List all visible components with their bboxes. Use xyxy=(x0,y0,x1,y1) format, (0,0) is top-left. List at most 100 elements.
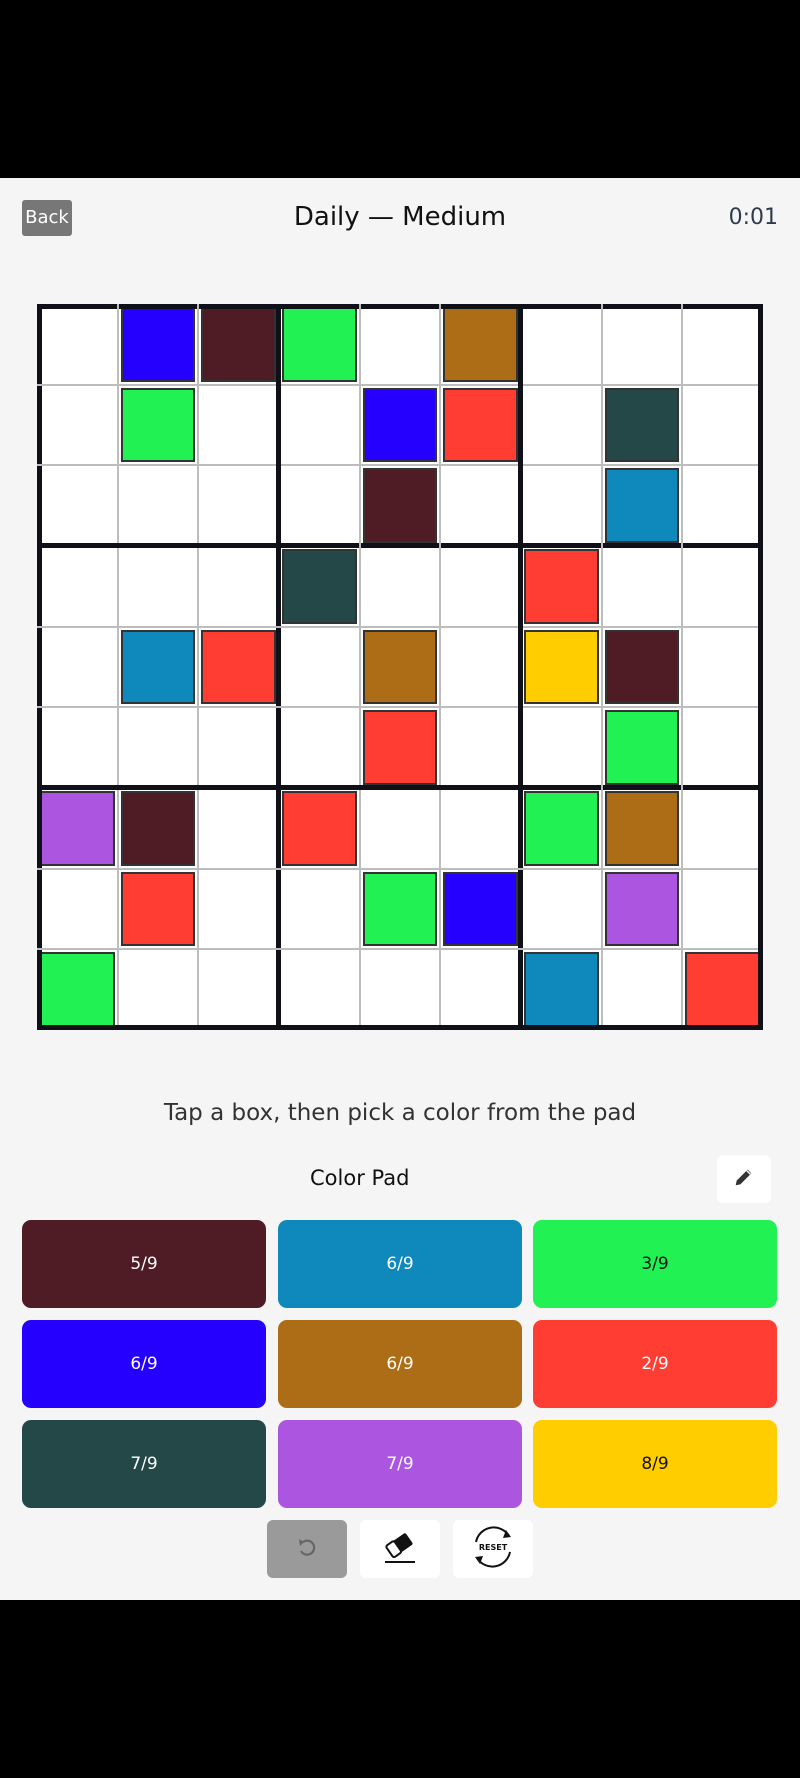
board-cell[interactable] xyxy=(37,546,118,627)
color-swatch-yellow[interactable]: 8/9 xyxy=(533,1420,777,1508)
reset-button[interactable]: RESET xyxy=(453,1520,533,1578)
cell-color xyxy=(362,629,438,705)
board-cell[interactable] xyxy=(118,788,199,869)
board-cell[interactable] xyxy=(682,788,763,869)
board-cell[interactable] xyxy=(198,707,279,788)
board-cell[interactable] xyxy=(602,304,683,385)
board-cell[interactable] xyxy=(279,788,360,869)
board-cell[interactable] xyxy=(682,949,763,1030)
board-cell[interactable] xyxy=(37,304,118,385)
board-cell[interactable] xyxy=(360,385,441,466)
board-cell[interactable] xyxy=(602,465,683,546)
board-cell[interactable] xyxy=(198,788,279,869)
board-cell[interactable] xyxy=(279,304,360,385)
color-swatch-dark-teal[interactable]: 7/9 xyxy=(22,1420,266,1508)
board-cell[interactable] xyxy=(198,949,279,1030)
board-cell[interactable] xyxy=(37,707,118,788)
color-count: 6/9 xyxy=(386,1254,414,1274)
board-cell[interactable] xyxy=(118,869,199,950)
board-cell[interactable] xyxy=(279,546,360,627)
board-cell[interactable] xyxy=(37,627,118,708)
board-cell[interactable] xyxy=(279,385,360,466)
board-cell[interactable] xyxy=(521,949,602,1030)
notes-mode-button[interactable] xyxy=(717,1155,771,1203)
board-cell[interactable] xyxy=(682,869,763,950)
board-cell[interactable] xyxy=(118,546,199,627)
board-cell[interactable] xyxy=(37,788,118,869)
grid-line xyxy=(758,304,763,1030)
board-cell[interactable] xyxy=(118,627,199,708)
board-cell[interactable] xyxy=(360,546,441,627)
board-cell[interactable] xyxy=(602,546,683,627)
board-cell[interactable] xyxy=(521,627,602,708)
board-cell[interactable] xyxy=(682,627,763,708)
board-cell[interactable] xyxy=(521,707,602,788)
board-cell[interactable] xyxy=(279,627,360,708)
board-cell[interactable] xyxy=(360,627,441,708)
board-cell[interactable] xyxy=(279,869,360,950)
board-cell[interactable] xyxy=(360,707,441,788)
board-cell[interactable] xyxy=(602,949,683,1030)
board-cell[interactable] xyxy=(279,949,360,1030)
board-cell[interactable] xyxy=(198,385,279,466)
board-cell[interactable] xyxy=(440,627,521,708)
board-cell[interactable] xyxy=(440,304,521,385)
color-swatch-brown[interactable]: 6/9 xyxy=(278,1320,522,1408)
board-cell[interactable] xyxy=(602,788,683,869)
board-cell[interactable] xyxy=(682,385,763,466)
board-cell[interactable] xyxy=(118,385,199,466)
color-swatch-purple[interactable]: 7/9 xyxy=(278,1420,522,1508)
color-swatch-blue[interactable]: 6/9 xyxy=(22,1320,266,1408)
board-cell[interactable] xyxy=(279,707,360,788)
board-cell[interactable] xyxy=(37,949,118,1030)
board-cell[interactable] xyxy=(37,385,118,466)
board-cell[interactable] xyxy=(682,304,763,385)
board-cell[interactable] xyxy=(602,627,683,708)
board-cell[interactable] xyxy=(279,465,360,546)
board-cell[interactable] xyxy=(521,385,602,466)
color-swatch-cyan-blue[interactable]: 6/9 xyxy=(278,1220,522,1308)
board-cell[interactable] xyxy=(360,949,441,1030)
board-cell[interactable] xyxy=(37,465,118,546)
board-cell[interactable] xyxy=(521,465,602,546)
board-cell[interactable] xyxy=(682,707,763,788)
board-cell[interactable] xyxy=(360,304,441,385)
eraser-button[interactable] xyxy=(360,1520,440,1578)
board-cell[interactable] xyxy=(602,869,683,950)
color-swatch-red[interactable]: 2/9 xyxy=(533,1320,777,1408)
color-count: 5/9 xyxy=(130,1254,158,1274)
board-cell[interactable] xyxy=(440,788,521,869)
board-cell[interactable] xyxy=(198,304,279,385)
color-count: 6/9 xyxy=(386,1354,414,1374)
board-cell[interactable] xyxy=(521,546,602,627)
board-cell[interactable] xyxy=(440,546,521,627)
board-cell[interactable] xyxy=(198,546,279,627)
board-cell[interactable] xyxy=(118,465,199,546)
board-cell[interactable] xyxy=(440,465,521,546)
undo-button[interactable] xyxy=(267,1520,347,1578)
board-cell[interactable] xyxy=(440,869,521,950)
board-cell[interactable] xyxy=(682,465,763,546)
board-cell[interactable] xyxy=(521,304,602,385)
grid-line xyxy=(37,543,763,549)
board-cell[interactable] xyxy=(360,465,441,546)
board-cell[interactable] xyxy=(118,304,199,385)
board-cell[interactable] xyxy=(360,788,441,869)
board-cell[interactable] xyxy=(198,627,279,708)
color-swatch-green[interactable]: 3/9 xyxy=(533,1220,777,1308)
board-cell[interactable] xyxy=(440,949,521,1030)
board-cell[interactable] xyxy=(682,546,763,627)
board-cell[interactable] xyxy=(360,869,441,950)
board-cell[interactable] xyxy=(440,707,521,788)
board-cell[interactable] xyxy=(521,869,602,950)
board-cell[interactable] xyxy=(118,707,199,788)
board-cell[interactable] xyxy=(37,869,118,950)
board-cell[interactable] xyxy=(602,707,683,788)
board-cell[interactable] xyxy=(118,949,199,1030)
board-cell[interactable] xyxy=(602,385,683,466)
board-cell[interactable] xyxy=(521,788,602,869)
board-cell[interactable] xyxy=(198,465,279,546)
board-cell[interactable] xyxy=(198,869,279,950)
color-swatch-maroon[interactable]: 5/9 xyxy=(22,1220,266,1308)
board-cell[interactable] xyxy=(440,385,521,466)
